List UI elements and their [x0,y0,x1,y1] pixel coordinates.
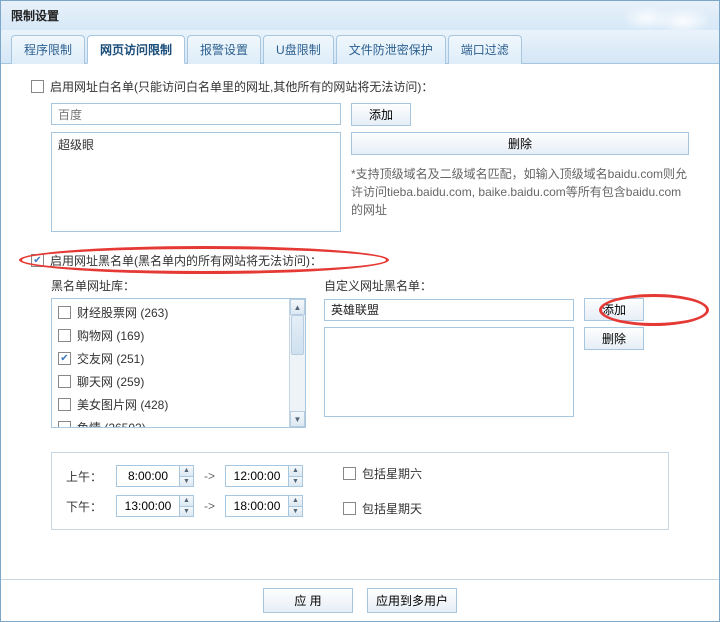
scrollbar[interactable]: ▲ ▼ [289,299,305,427]
am-end-spinner[interactable]: ▲▼ [225,465,303,487]
window-title: 限制设置 [11,9,59,23]
blacklist-library-scrollarea: 财经股票网 (263) 购物网 (169) 交友网 (251) 聊天网 (259… [52,299,289,427]
blacklist-add-button[interactable]: 添加 [584,298,644,321]
whitelist-enable-checkbox[interactable] [31,80,44,93]
blacklist-enable-label: 启用网址黑名单(黑名单内的所有网站将无法访问)： [50,252,322,269]
apply-multi-button[interactable]: 应用到多用户 [367,588,457,613]
schedule-section: 上午： ▲▼ -> ▲▼ 下午： [51,452,669,530]
pm-end-input[interactable] [226,496,288,516]
include-sat-checkbox[interactable] [343,467,356,480]
scroll-thumb[interactable] [291,315,304,355]
whitelist-add-button[interactable]: 添加 [351,103,411,126]
spinner-down-icon[interactable]: ▼ [289,477,302,487]
whitelist-url-input[interactable] [51,103,341,125]
pm-start-spinner[interactable]: ▲▼ [116,495,194,517]
spinner-up-icon[interactable]: ▲ [289,466,302,477]
whitelist-enable-label: 启用网址白名单(只能访问白名单里的网址,其他所有的网站将无法访问)： [50,78,433,95]
tab-alarm-settings[interactable]: 报警设置 [187,35,261,64]
blacklist-custom-column: 自定义网址黑名单： 添加 删除 [324,277,689,428]
titlebar: 限制设置 [1,1,719,30]
spinner-down-icon[interactable]: ▼ [289,507,302,517]
arrow-sep: -> [204,469,215,483]
blacklist-custom-label: 自定义网址黑名单： [324,277,689,294]
blacklist-delete-button[interactable]: 删除 [584,327,644,350]
pm-label: 下午： [66,498,106,515]
settings-window: 限制设置 程序限制 网页访问限制 报警设置 U盘限制 文件防泄密保护 端口过滤 … [0,0,720,622]
spinner-up-icon[interactable]: ▲ [180,496,193,507]
schedule-times-column: 上午： ▲▼ -> ▲▼ 下午： [66,465,303,517]
item-checkbox[interactable] [58,398,71,411]
include-sun-label: 包括星期天 [362,500,422,517]
tab-program-limit[interactable]: 程序限制 [11,35,85,64]
whitelist-enable-row: 启用网址白名单(只能访问白名单里的网址,其他所有的网站将无法访问)： [31,78,689,95]
am-end-input[interactable] [226,466,288,486]
item-label: 购物网 (169) [77,327,144,344]
spinner-down-icon[interactable]: ▼ [180,507,193,517]
whitelist-listbox[interactable]: 超级眼 [51,132,341,232]
titlebar-cloud-decoration [599,1,719,30]
tab-file-leak-protection[interactable]: 文件防泄密保护 [336,35,446,64]
tab-usb-limit[interactable]: U盘限制 [263,35,334,64]
am-row: 上午： ▲▼ -> ▲▼ [66,465,303,487]
list-item[interactable]: 色情 (26502) [52,416,289,427]
blacklist-library-listbox[interactable]: 财经股票网 (263) 购物网 (169) 交友网 (251) 聊天网 (259… [51,298,306,428]
tab-bar: 程序限制 网页访问限制 报警设置 U盘限制 文件防泄密保护 端口过滤 [1,30,719,64]
item-checkbox[interactable] [58,306,71,319]
include-sat-label: 包括星期六 [362,465,422,482]
scroll-down-icon[interactable]: ▼ [290,411,305,427]
blacklist-library-label: 黑名单网址库： [51,277,306,294]
am-start-input[interactable] [117,466,179,486]
scroll-up-icon[interactable]: ▲ [290,299,305,315]
am-start-spinner[interactable]: ▲▼ [116,465,194,487]
item-label: 美女图片网 (428) [77,396,168,413]
include-sun-row: 包括星期天 [343,500,422,517]
apply-button[interactable]: 应 用 [263,588,353,613]
item-label: 财经股票网 (263) [77,304,168,321]
blacklist-custom-input-row: 添加 [324,298,689,321]
blacklist-custom-input[interactable] [324,299,574,321]
footer-bar: 应 用 应用到多用户 [1,579,719,621]
list-item[interactable]: 聊天网 (259) [52,370,289,393]
list-item[interactable]: 购物网 (169) [52,324,289,347]
list-item[interactable]: 超级眼 [52,133,340,156]
spinner-up-icon[interactable]: ▲ [289,496,302,507]
item-label: 交友网 (251) [77,350,144,367]
whitelist-hint: *支持顶级域名及二级域名匹配，如输入顶级域名baidu.com则允许访问tieb… [351,165,689,219]
pm-row: 下午： ▲▼ -> ▲▼ [66,495,303,517]
am-label: 上午： [66,468,106,485]
blacklist-enable-row: 启用网址黑名单(黑名单内的所有网站将无法访问)： [31,252,689,269]
blacklist-library-column: 黑名单网址库： 财经股票网 (263) 购物网 (169) 交友网 (251) … [51,277,306,428]
arrow-sep: -> [204,499,215,513]
scroll-track[interactable] [290,315,305,411]
tab-body: 启用网址白名单(只能访问白名单里的网址,其他所有的网站将无法访问)： 添加 超级… [1,64,719,579]
list-item[interactable]: 美女图片网 (428) [52,393,289,416]
item-checkbox[interactable] [58,329,71,342]
list-item[interactable]: 交友网 (251) [52,347,289,370]
blacklist-columns: 黑名单网址库： 财经股票网 (263) 购物网 (169) 交友网 (251) … [51,277,689,428]
blacklist-enable-checkbox[interactable] [31,254,44,267]
list-item[interactable]: 财经股票网 (263) [52,301,289,324]
pm-start-input[interactable] [117,496,179,516]
list-item-label: 超级眼 [58,136,94,153]
item-label: 聊天网 (259) [77,373,144,390]
blacklist-custom-listbox[interactable] [324,327,574,417]
item-checkbox[interactable] [58,375,71,388]
tab-port-filter[interactable]: 端口过滤 [448,35,522,64]
include-sun-checkbox[interactable] [343,502,356,515]
pm-end-spinner[interactable]: ▲▼ [225,495,303,517]
item-checkbox[interactable] [58,352,71,365]
item-checkbox[interactable] [58,421,71,427]
spinner-up-icon[interactable]: ▲ [180,466,193,477]
include-sat-row: 包括星期六 [343,465,422,482]
spinner-down-icon[interactable]: ▼ [180,477,193,487]
whitelist-input-row: 添加 [51,103,689,126]
blacklist-section: 启用网址黑名单(黑名单内的所有网站将无法访问)： 黑名单网址库： 财经股票网 (… [31,252,689,428]
blacklist-custom-list-row: 删除 [324,327,689,417]
item-label: 色情 (26502) [77,419,146,427]
schedule-include-column: 包括星期六 包括星期天 [343,465,422,517]
tab-web-access-limit[interactable]: 网页访问限制 [87,35,185,64]
whitelist-list-row: 超级眼 删除 *支持顶级域名及二级域名匹配，如输入顶级域名baidu.com则允… [51,132,689,232]
whitelist-delete-button[interactable]: 删除 [351,132,689,155]
